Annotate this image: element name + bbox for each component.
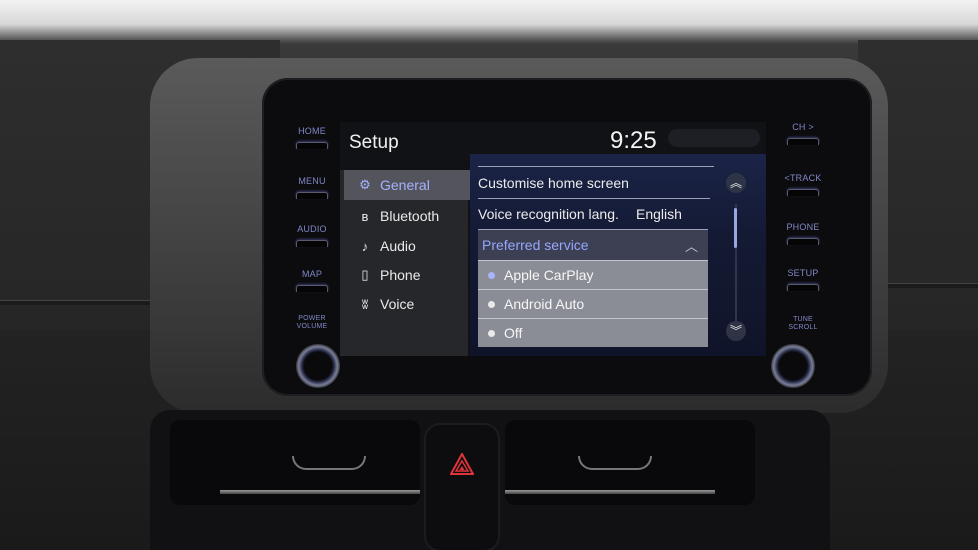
- sidebar-item-voice[interactable]: ʬ Voice: [348, 289, 472, 319]
- customise-home-screen-label: Customise home screen: [478, 175, 629, 191]
- music-note-icon: ♪: [361, 238, 369, 254]
- tune-scroll-label: TUNE SCROLL: [773, 316, 833, 332]
- sidebar-item-label: Audio: [380, 238, 416, 254]
- tune-scroll-knob[interactable]: [771, 344, 815, 388]
- sidebar-item-label: Bluetooth: [380, 208, 440, 224]
- channel-next-key[interactable]: [787, 138, 819, 145]
- voice-recognition-language-item[interactable]: Voice recognition lang. English: [478, 199, 716, 229]
- sidebar-item-phone[interactable]: ▯ Phone: [348, 260, 472, 290]
- track-prev-label: <TRACK: [784, 173, 822, 183]
- map-button[interactable]: MAP: [282, 269, 342, 292]
- home-button-label: HOME: [298, 126, 326, 136]
- preferred-service-item[interactable]: Preferred service ︿: [478, 230, 708, 260]
- setup-button[interactable]: SETUP: [773, 268, 833, 291]
- bluetooth-icon: ʙ: [361, 208, 369, 224]
- bullet-icon: [488, 329, 495, 337]
- map-button-key[interactable]: [296, 285, 328, 292]
- channel-next-button[interactable]: CH >: [773, 122, 833, 145]
- sidebar-item-label: Phone: [380, 267, 421, 283]
- clock: 9:25: [610, 127, 657, 154]
- sidebar-item-label: General: [380, 177, 430, 193]
- scroll-up-button[interactable]: ︽: [726, 173, 746, 193]
- bullet-icon: [488, 300, 495, 308]
- volume-label: VOLUME: [296, 323, 328, 330]
- option-label: Android Auto: [504, 296, 585, 312]
- page-title: Setup: [349, 132, 399, 153]
- double-chevron-up-icon: ︽: [729, 176, 742, 190]
- voice-recognition-language-value: English: [636, 206, 682, 222]
- track-prev-key[interactable]: [787, 189, 819, 196]
- phone-button-label: PHONE: [786, 222, 820, 232]
- right-vent-tab[interactable]: [578, 456, 652, 470]
- audio-button[interactable]: AUDIO: [282, 224, 342, 247]
- left-vent-tab[interactable]: [292, 456, 366, 470]
- preferred-service-label: Preferred service: [482, 237, 589, 253]
- option-off[interactable]: Off: [478, 318, 708, 347]
- option-label: Apple CarPlay: [504, 267, 594, 283]
- phone-button-key[interactable]: [787, 238, 819, 245]
- scroll-label: SCROLL: [788, 324, 818, 331]
- setup-button-label: SETUP: [787, 268, 819, 278]
- option-apple-carplay[interactable]: Apple CarPlay: [478, 260, 708, 289]
- power-volume-label: POWER VOLUME: [282, 315, 342, 331]
- map-button-label: MAP: [301, 269, 323, 279]
- selected-indicator-icon: [488, 271, 495, 279]
- chrome-trim: [220, 490, 420, 494]
- setup-sidebar: ⚙ General ʙ Bluetooth ♪ Audio ▯ Phone ʬ …: [340, 170, 472, 356]
- scrollbar-thumb[interactable]: [734, 208, 737, 248]
- gear-icon: ⚙: [359, 177, 371, 192]
- home-button-key[interactable]: [296, 142, 328, 149]
- menu-button-label: MENU: [298, 176, 326, 186]
- sidebar-item-general[interactable]: ⚙ General: [344, 170, 472, 200]
- scroll-down-button[interactable]: ︾: [726, 321, 746, 341]
- track-prev-button[interactable]: <TRACK: [773, 173, 833, 196]
- hazard-triangle-icon: [450, 453, 474, 475]
- menu-button[interactable]: MENU: [282, 176, 342, 199]
- power-label: POWER: [298, 315, 326, 322]
- power-volume-knob[interactable]: [296, 344, 340, 388]
- option-label: Off: [504, 325, 523, 341]
- phone-icon: ▯: [361, 267, 369, 282]
- chevron-up-icon: ︿: [684, 239, 698, 254]
- double-chevron-down-icon: ︾: [729, 324, 742, 338]
- tune-label: TUNE: [793, 316, 813, 323]
- status-bar-area: [668, 129, 760, 147]
- infotainment-screen: Setup 9:25 ⚙ General ʙ Bluetooth ♪ Audio…: [340, 122, 766, 356]
- divider: [478, 166, 714, 167]
- audio-button-key[interactable]: [296, 240, 328, 247]
- channel-next-label: CH >: [792, 122, 814, 132]
- home-button[interactable]: HOME: [282, 126, 342, 149]
- option-android-auto[interactable]: Android Auto: [478, 289, 708, 318]
- sidebar-item-bluetooth[interactable]: ʙ Bluetooth: [348, 201, 472, 231]
- hazard-button[interactable]: [426, 425, 498, 550]
- setup-button-key[interactable]: [787, 284, 819, 291]
- sidebar-item-audio[interactable]: ♪ Audio: [348, 231, 472, 261]
- phone-button[interactable]: PHONE: [773, 222, 833, 245]
- customise-home-screen-item[interactable]: Customise home screen: [478, 168, 716, 198]
- audio-button-label: AUDIO: [297, 224, 327, 234]
- sidebar-item-label: Voice: [380, 296, 415, 312]
- chrome-trim: [505, 490, 715, 494]
- general-settings-list: Customise home screen Voice recognition …: [470, 154, 766, 356]
- dashboard-top: [0, 0, 978, 40]
- voice-recognition-language-label: Voice recognition lang.: [478, 206, 619, 222]
- menu-button-key[interactable]: [296, 192, 328, 199]
- voice-icon: ʬ: [361, 296, 369, 312]
